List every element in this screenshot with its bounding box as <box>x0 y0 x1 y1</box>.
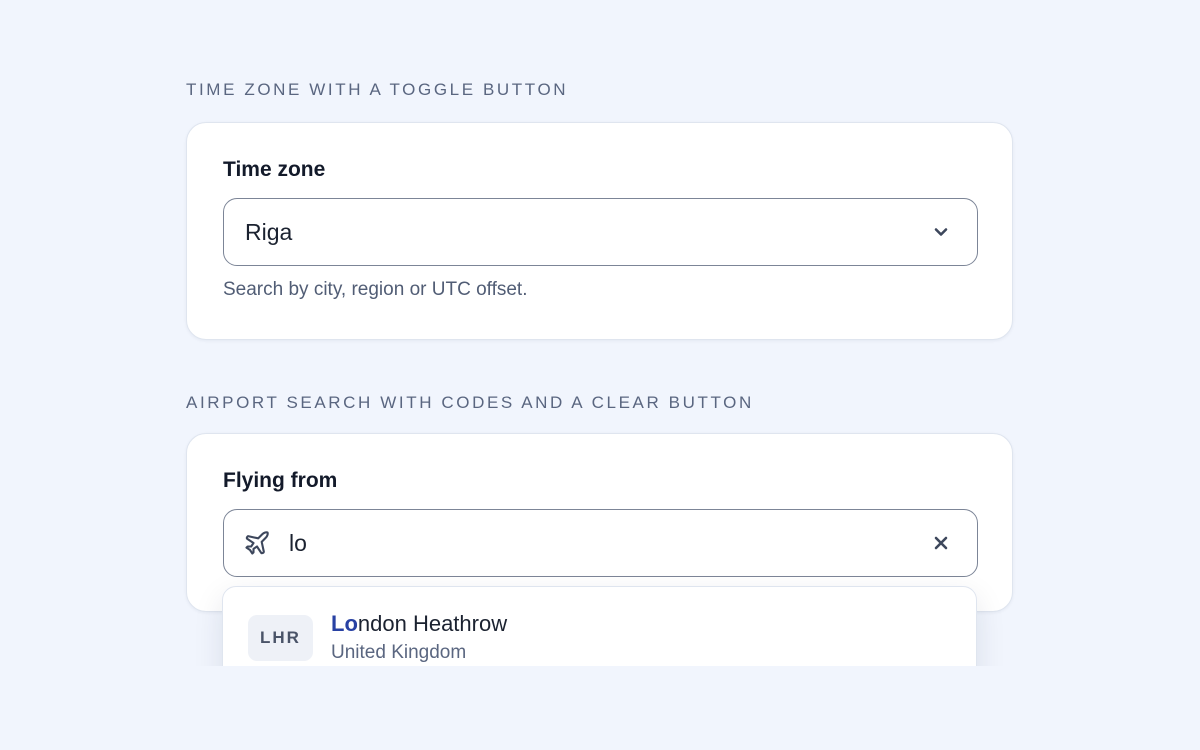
airport-label: Flying from <box>223 469 338 492</box>
timezone-combobox[interactable]: Riga <box>223 198 978 266</box>
timezone-toggle-button[interactable] <box>923 214 959 250</box>
timezone-input-value[interactable]: Riga <box>245 219 292 246</box>
airport-option-name: London Heathrow <box>331 611 507 637</box>
airport-code-badge: LHR <box>248 615 313 661</box>
airport-option-country: United Kingdom <box>331 642 467 663</box>
viewport-crop <box>0 666 1200 750</box>
match-highlight: Lo <box>331 611 358 636</box>
close-icon <box>934 536 948 550</box>
airport-input-value[interactable]: lo <box>289 530 307 557</box>
timezone-label: Time zone <box>223 158 326 181</box>
clear-button[interactable] <box>923 525 959 561</box>
airport-name-rest: ndon Heathrow <box>357 611 508 636</box>
plane-icon <box>242 528 272 558</box>
timezone-helper-text: Search by city, region or UTC offset. <box>223 279 528 300</box>
chevron-down-icon <box>934 228 948 236</box>
airport-search-input[interactable]: lo <box>223 509 978 577</box>
airport-section-heading: AIRPORT SEARCH WITH CODES AND A CLEAR BU… <box>186 393 754 412</box>
timezone-section-heading: TIME ZONE WITH A TOGGLE BUTTON <box>186 80 569 99</box>
timezone-card: Time zone Riga Search by city, region or… <box>186 122 1013 340</box>
